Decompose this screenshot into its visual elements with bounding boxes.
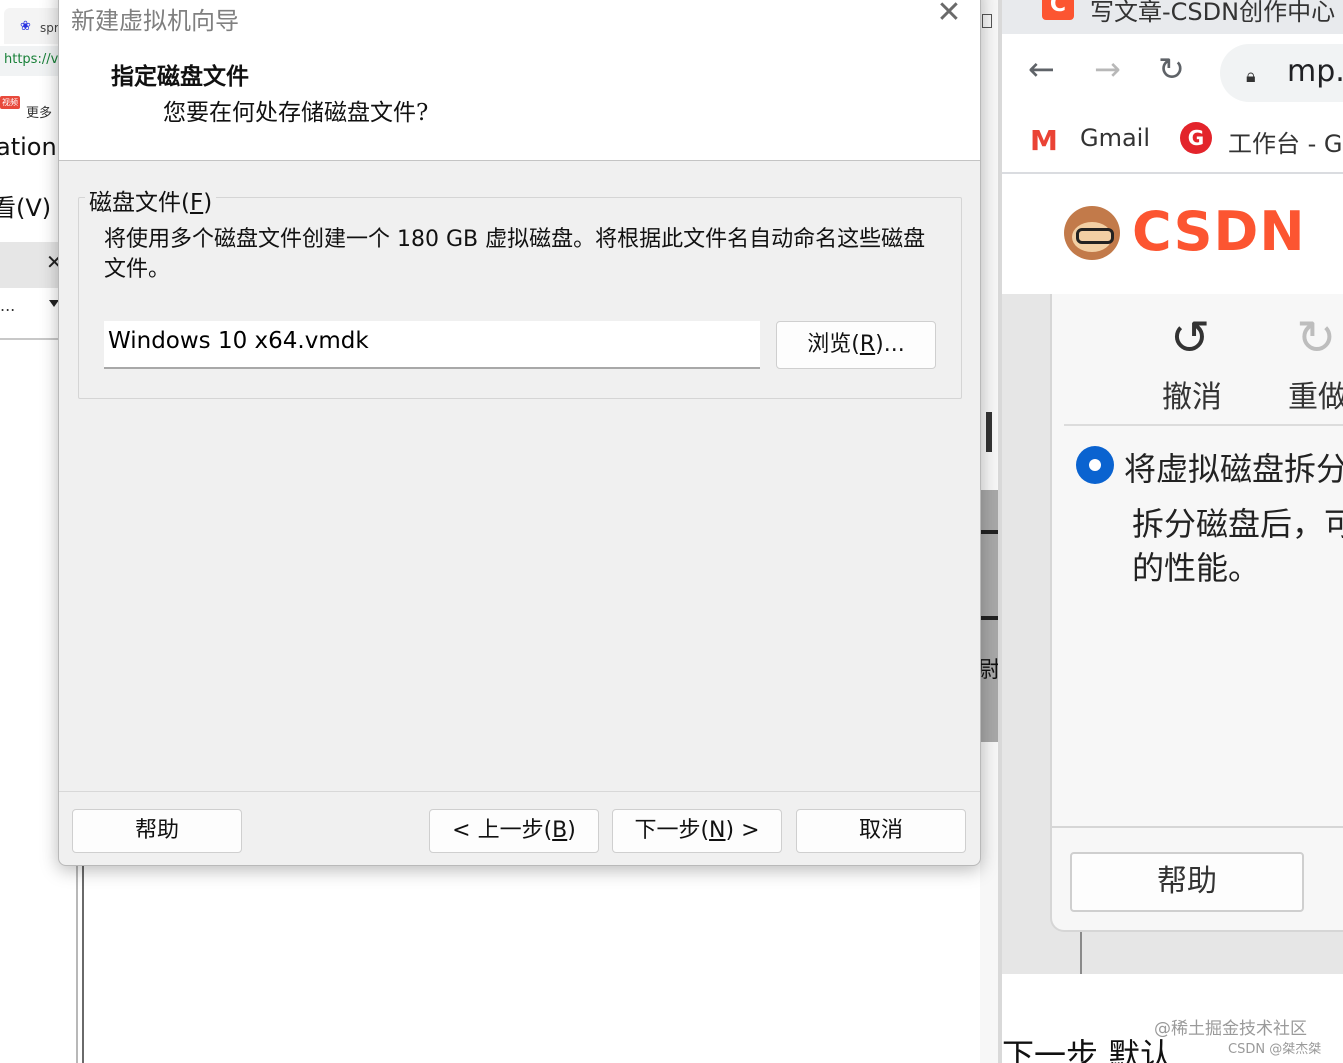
back-arrow-icon[interactable]: ←: [1028, 50, 1055, 88]
background-vertical-line: [76, 865, 78, 1063]
background-url[interactable]: https://v: [0, 46, 60, 76]
next-button[interactable]: 下一步(N) >: [612, 809, 782, 853]
button-text: 浏览(: [807, 332, 860, 357]
divider: [1052, 826, 1343, 828]
video-badge: 视频: [0, 96, 20, 109]
label-text: 磁盘文件(: [89, 190, 190, 216]
disk-file-input[interactable]: [104, 321, 760, 369]
csdn-favicon-icon: C: [1042, 0, 1074, 20]
new-vm-wizard-dialog: 新建虚拟机向导 ✕ 指定磁盘文件 您要在何处存储磁盘文件? 磁盘文件(F) 将使…: [58, 0, 981, 866]
split-disk-radio[interactable]: [1076, 446, 1114, 484]
csdn-mascot-icon: [1064, 206, 1120, 260]
watermark-csdn: CSDN @桀杰桀: [1228, 1042, 1322, 1057]
dialog-title: 新建虚拟机向导: [71, 7, 239, 35]
address-url[interactable]: mp.c: [1287, 54, 1343, 89]
undo-icon[interactable]: ↺: [1170, 310, 1210, 366]
background-bottom-text: 下一步 默认: [1002, 1036, 1173, 1063]
lock-icon: 🔒︎: [1246, 66, 1256, 87]
access-key: B: [552, 818, 568, 843]
background-vertical-line: [82, 865, 84, 1063]
more-link[interactable]: 更多: [26, 102, 52, 121]
split-disk-description: 拆分磁盘后，可 的性能。: [1132, 502, 1343, 590]
forward-arrow-icon[interactable]: →: [1094, 50, 1121, 88]
background-tab[interactable]: ❀ spr: [4, 8, 60, 44]
background-dots: ...: [0, 296, 16, 315]
undo-label[interactable]: 撤消: [1162, 372, 1222, 416]
button-text: ) >: [725, 818, 760, 843]
wizard-header: 新建虚拟机向导 ✕ 指定磁盘文件 您要在何处存储磁盘文件?: [59, 0, 980, 161]
background-glyph: 尉: [980, 658, 1001, 683]
background-view-menu[interactable]: 看(V): [0, 188, 51, 223]
background-mark: [986, 412, 992, 452]
split-disk-description-line: 的性能。: [1132, 549, 1261, 587]
baidu-paw-icon: ❀: [20, 19, 31, 34]
csdn-browser-window: C 写文章-CSDN创作中心 ← → ↻ 🔒︎ mp.c M Gmail G 工…: [1002, 0, 1343, 1063]
divider: [0, 338, 60, 340]
button-text: < 上一步(: [452, 818, 553, 843]
workbench-icon[interactable]: G: [1180, 122, 1212, 154]
disk-file-group-label: 磁盘文件(F): [85, 183, 217, 217]
back-button[interactable]: < 上一步(B): [429, 809, 599, 853]
label-text: ): [203, 190, 213, 216]
button-text: )...: [875, 332, 905, 357]
button-text: 下一步(: [634, 818, 710, 843]
step-subtitle: 您要在何处存储磁盘文件?: [163, 100, 429, 126]
disk-file-description: 将使用多个磁盘文件创建一个 180 GB 虚拟磁盘。将根据此文件名自动命名这些磁…: [104, 227, 926, 282]
background-help-button[interactable]: 帮助: [1070, 852, 1304, 912]
browse-button[interactable]: 浏览(R)...: [776, 321, 936, 369]
browser-tab-title[interactable]: 写文章-CSDN创作中心: [1090, 0, 1335, 27]
watermark-juejin: @稀土掘金技术社区: [1154, 1019, 1307, 1039]
help-button[interactable]: 帮助: [72, 809, 242, 853]
background-tab-title: spr: [40, 21, 59, 35]
bookmark-gmail[interactable]: Gmail: [1080, 124, 1150, 152]
gmail-icon[interactable]: M: [1030, 124, 1058, 157]
background-browser-left: ❀ spr https://v 视频 更多 ation 看(V) ✕ ...: [0, 0, 60, 1063]
close-icon[interactable]: ✕: [931, 0, 967, 31]
divider: [1064, 424, 1343, 426]
divider: [59, 791, 980, 792]
cancel-button[interactable]: 取消: [796, 809, 966, 853]
reload-icon[interactable]: ↻: [1158, 50, 1185, 88]
access-key: R: [859, 332, 876, 357]
background-heading-fragment: ation: [0, 133, 57, 161]
redo-icon[interactable]: ↻: [1296, 310, 1336, 366]
redo-label[interactable]: 重做: [1288, 372, 1343, 416]
restore-icon: [982, 14, 992, 28]
csdn-logo[interactable]: CSDN: [1132, 200, 1306, 263]
access-key: F: [189, 190, 204, 216]
bookmark-workbench[interactable]: 工作台 - G: [1228, 124, 1343, 159]
split-disk-description-line: 拆分磁盘后，可: [1132, 505, 1343, 543]
access-key: N: [709, 818, 726, 843]
split-disk-radio-label: 将虚拟磁盘拆分: [1124, 450, 1343, 488]
background-gap: 尉: [980, 0, 1002, 1063]
button-text: ): [567, 818, 576, 843]
step-title: 指定磁盘文件: [111, 63, 249, 90]
background-vertical-line: [1080, 932, 1082, 974]
